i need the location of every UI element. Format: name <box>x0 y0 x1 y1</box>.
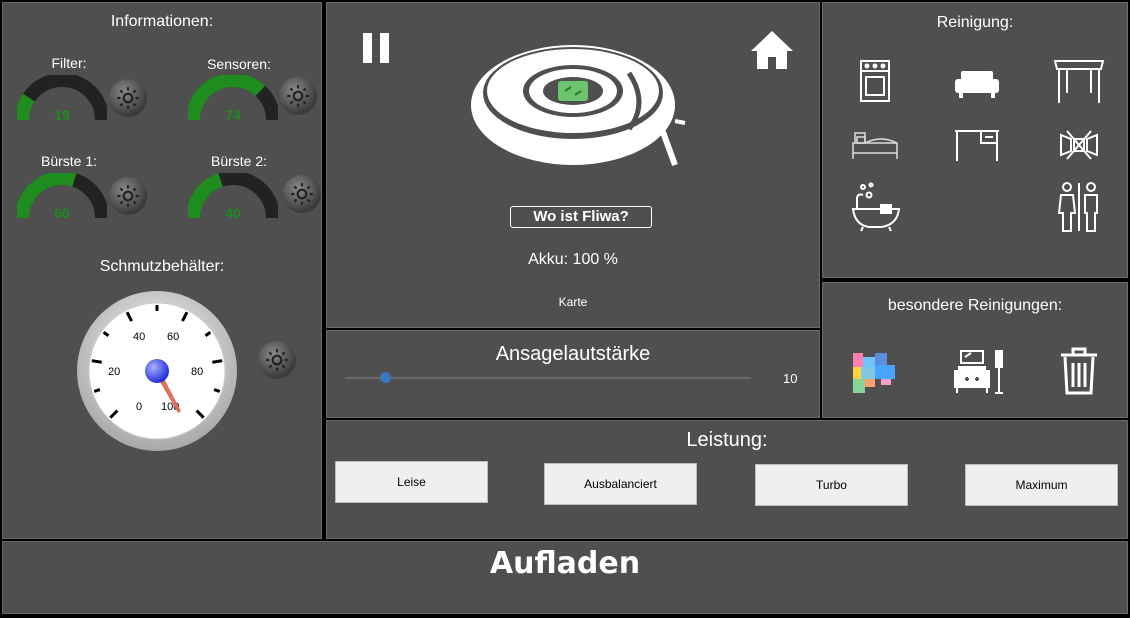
gear-icon <box>287 85 309 107</box>
cleaning-panel: Reinigung: <box>822 2 1128 278</box>
brush1-settings-button[interactable] <box>109 177 147 215</box>
dining-table-icon[interactable] <box>1053 59 1105 105</box>
dial-tick-60: 60 <box>167 331 179 343</box>
mode-balanced-button[interactable]: Ausbalanciert <box>544 463 697 505</box>
furniture-cleaning-icon[interactable] <box>953 349 1003 395</box>
brush2-gauge-fill <box>188 173 224 219</box>
living-room-icon[interactable] <box>953 69 1001 99</box>
dial-tick-0: 0 <box>136 401 142 413</box>
volume-title: Ansagelautstärke <box>495 343 651 365</box>
gear-icon <box>266 349 288 371</box>
cleaning-title: Reinigung: <box>936 14 1014 31</box>
volume-value: 10 <box>783 371 798 386</box>
battery-status: Akku: 100 % <box>528 251 618 268</box>
home-icon[interactable] <box>749 29 795 71</box>
hallway-icon[interactable] <box>1059 125 1099 165</box>
robot-panel: Wo ist Fliwa? Akku: 100 % Karte <box>326 2 820 328</box>
filter-label: Filter: <box>51 55 87 71</box>
dial-tick-mark <box>213 388 221 393</box>
find-robot-button[interactable]: Wo ist Fliwa? <box>510 206 652 228</box>
mode-quiet-button[interactable]: Leise <box>335 461 488 503</box>
dirt-title: Schmutzbehälter: <box>99 258 225 275</box>
bathroom-icon[interactable] <box>851 181 901 233</box>
dial-tick-20: 20 <box>108 366 120 378</box>
dial-tick-mark <box>91 359 102 364</box>
filter-settings-button[interactable] <box>109 79 147 117</box>
office-desk-icon[interactable] <box>953 127 1001 163</box>
gear-icon <box>117 87 139 109</box>
gear-icon <box>291 183 313 205</box>
dial-knob <box>145 359 169 383</box>
bedroom-icon[interactable] <box>851 129 899 161</box>
trash-icon[interactable] <box>1059 347 1099 395</box>
brush2-label: Bürste 2: <box>210 153 268 169</box>
sensors-settings-button[interactable] <box>279 77 317 115</box>
volume-slider-thumb[interactable] <box>380 372 392 383</box>
dial-tick-40: 40 <box>133 331 145 343</box>
info-title: Informationen: <box>110 13 214 30</box>
dirt-settings-button[interactable] <box>258 341 296 379</box>
room-map-icon[interactable] <box>851 351 899 395</box>
volume-slider[interactable] <box>345 372 751 383</box>
brush1-value: 60 <box>54 205 70 221</box>
pause-icon[interactable] <box>361 31 391 65</box>
brush2-settings-button[interactable] <box>283 175 321 213</box>
mode-max-button[interactable]: Maximum <box>965 464 1118 506</box>
toilet-icon[interactable] <box>1055 181 1103 233</box>
filter-gauge-fill <box>17 93 35 121</box>
brush2-value: 40 <box>225 205 241 221</box>
sensors-value: 74 <box>225 107 241 123</box>
dial-tick-80: 80 <box>191 366 203 378</box>
power-title: Leistung: <box>686 429 768 451</box>
gear-icon <box>117 185 139 207</box>
volume-panel: Ansagelautstärke 10 <box>326 330 820 418</box>
kitchen-icon[interactable] <box>859 59 891 103</box>
dial-tick-mark <box>212 359 223 364</box>
brush1-label: Bürste 1: <box>40 153 98 169</box>
special-cleaning-panel: besondere Reinigungen: <box>822 282 1128 418</box>
sensors-label: Sensoren: <box>207 56 271 72</box>
special-title: besondere Reinigungen: <box>887 297 1063 314</box>
mode-turbo-button[interactable]: Turbo <box>755 464 908 506</box>
power-panel: Leistung: Leise Ausbalanciert Turbo Maxi… <box>326 420 1128 539</box>
charge-panel[interactable]: Aufladen <box>2 541 1128 614</box>
filter-value: 19 <box>54 107 70 123</box>
map-link[interactable]: Karte <box>327 295 819 309</box>
dirt-dial: 0 20 40 60 80 100 <box>77 291 237 451</box>
info-panel: Informationen: Filter: 19 Sensoren: 74 B… <box>2 2 322 539</box>
robot-vacuum-image <box>471 45 686 167</box>
dial-tick-mark <box>93 388 101 393</box>
charge-button[interactable]: Aufladen <box>3 546 1127 581</box>
